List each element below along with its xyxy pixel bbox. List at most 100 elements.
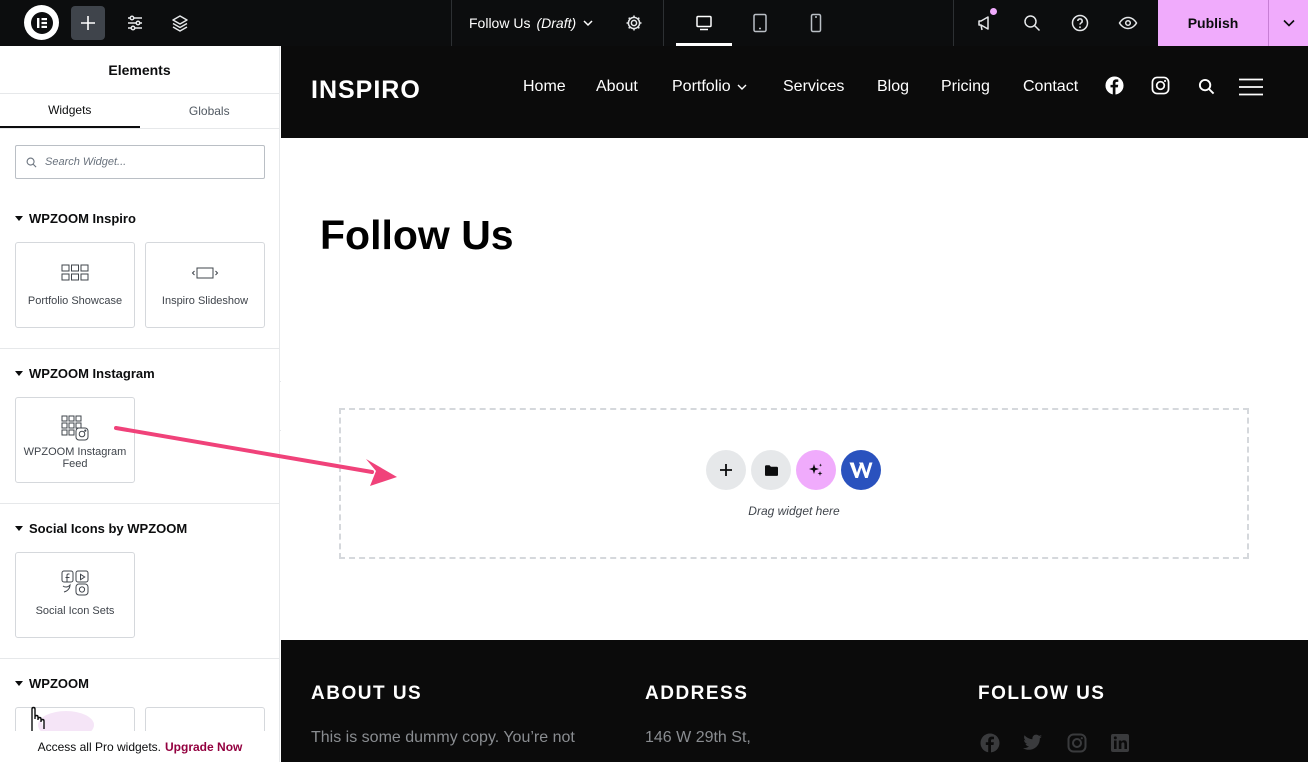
site-footer: ABOUT US This is some dummy copy. You’re… [281, 640, 1308, 762]
nav-portfolio[interactable]: Portfolio [672, 78, 748, 96]
search-icon [1024, 15, 1041, 32]
notification-dot [990, 8, 997, 15]
category-title: Social Icons by WPZOOM [29, 521, 188, 536]
facebook-icon[interactable] [1105, 76, 1124, 95]
caret-down-icon [15, 681, 23, 686]
caret-down-icon [15, 216, 23, 221]
publish-options-button[interactable] [1268, 0, 1308, 46]
help-button[interactable] [1063, 0, 1097, 46]
publish-button[interactable]: Publish [1158, 0, 1268, 46]
plus-icon [81, 16, 95, 30]
divider [663, 0, 664, 46]
category-title: WPZOOM Instagram [29, 366, 155, 381]
desktop-view-button[interactable] [676, 0, 732, 46]
structure-button[interactable] [163, 0, 197, 46]
page-settings-button[interactable] [617, 0, 651, 46]
chevron-down-icon [737, 84, 747, 90]
sparkles-icon [809, 463, 823, 476]
instagram-grid-icon [61, 415, 89, 441]
document-status: (Draft) [536, 15, 577, 31]
nav-contact[interactable]: Contact [1023, 78, 1078, 96]
grid-icon [61, 264, 89, 281]
nav-home[interactable]: Home [523, 78, 566, 96]
dropzone-label: Drag widget here [748, 504, 840, 518]
add-element-button[interactable] [71, 6, 105, 40]
category-social-icons[interactable]: Social Icons by WPZOOM [15, 521, 187, 536]
mobile-view-button[interactable] [798, 0, 834, 46]
widget-dropzone[interactable] [339, 408, 1249, 559]
panel-title: Elements [0, 46, 279, 94]
widget-label: WPZOOM Instagram Feed [23, 446, 127, 470]
gear-icon [626, 15, 642, 31]
tablet-icon [753, 13, 767, 33]
preview-canvas: INSPIRO Home About Portfolio Services Bl… [281, 46, 1308, 762]
add-section-button[interactable] [706, 450, 746, 490]
hamburger-menu-icon[interactable] [1239, 78, 1263, 96]
widget-portfolio-showcase[interactable]: Portfolio Showcase [15, 242, 135, 328]
divider [451, 0, 452, 46]
tab-globals[interactable]: Globals [140, 94, 280, 128]
social-icons-icon [61, 570, 89, 596]
tab-widgets[interactable]: Widgets [0, 94, 140, 128]
slideshow-icon [191, 267, 219, 279]
site-logo[interactable]: INSPIRO [311, 76, 421, 105]
nav-label: Portfolio [672, 78, 731, 95]
footer-address-heading: ADDRESS [645, 683, 749, 704]
mobile-icon [810, 13, 822, 33]
megaphone-icon [978, 16, 989, 31]
divider [0, 658, 279, 659]
finder-button[interactable] [1015, 0, 1049, 46]
footer-follow-heading: FOLLOW US [978, 683, 1106, 704]
upgrade-banner: Access all Pro widgets. Upgrade Now [0, 731, 279, 762]
elementor-logo-icon[interactable] [24, 5, 59, 40]
editor-top-bar: Follow Us (Draft) Publish [0, 0, 1308, 46]
tablet-view-button[interactable] [742, 0, 778, 46]
widget-search-input[interactable] [45, 156, 245, 168]
divider [0, 348, 279, 349]
panel-tabs: Widgets Globals [0, 94, 279, 129]
nav-pricing[interactable]: Pricing [941, 78, 990, 96]
category-wpzoom[interactable]: WPZOOM [15, 676, 89, 691]
caret-down-icon [15, 371, 23, 376]
upgrade-now-link[interactable]: Upgrade Now [165, 740, 242, 754]
widget-search[interactable] [15, 145, 265, 179]
category-wpzoom-instagram[interactable]: WPZOOM Instagram [15, 366, 155, 381]
document-title: Follow Us [469, 15, 531, 31]
divider [0, 503, 279, 504]
facebook-icon[interactable] [980, 733, 1000, 753]
whats-new-button[interactable] [968, 0, 1002, 46]
layers-icon [172, 15, 188, 32]
category-title: WPZOOM [29, 676, 89, 691]
twitter-icon[interactable] [1023, 734, 1043, 752]
search-icon [26, 157, 37, 167]
site-settings-button[interactable] [118, 0, 152, 46]
widget-label: Portfolio Showcase [27, 295, 123, 307]
category-title: WPZOOM Inspiro [29, 211, 136, 226]
elements-panel: Elements Widgets Globals WPZOOM Inspiro … [0, 46, 280, 762]
folder-icon [764, 464, 778, 476]
category-wpzoom-inspiro[interactable]: WPZOOM Inspiro [15, 211, 136, 226]
nav-services[interactable]: Services [783, 78, 844, 96]
add-template-button[interactable] [751, 450, 791, 490]
widget-label: Social Icon Sets [35, 605, 115, 617]
search-icon[interactable] [1198, 78, 1215, 95]
linkedin-icon[interactable] [1110, 733, 1130, 753]
sliders-icon [128, 15, 142, 31]
eye-icon [1118, 16, 1138, 30]
instagram-icon[interactable] [1151, 76, 1170, 95]
page-title: Follow Us [320, 212, 514, 258]
instagram-icon[interactable] [1067, 733, 1087, 753]
caret-down-icon [15, 526, 23, 531]
ai-button[interactable] [796, 450, 836, 490]
widget-label: Inspiro Slideshow [161, 295, 249, 307]
preview-button[interactable] [1111, 0, 1145, 46]
widget-wpzoom-instagram-feed[interactable]: WPZOOM Instagram Feed [15, 397, 135, 483]
nav-about[interactable]: About [596, 78, 638, 96]
site-header: INSPIRO Home About Portfolio Services Bl… [281, 46, 1308, 138]
document-title-dropdown[interactable]: Follow Us (Draft) [469, 0, 594, 46]
widget-inspiro-slideshow[interactable]: Inspiro Slideshow [145, 242, 265, 328]
wpzoom-library-button[interactable] [841, 450, 881, 490]
plus-icon [720, 464, 732, 476]
widget-social-icon-sets[interactable]: Social Icon Sets [15, 552, 135, 638]
nav-blog[interactable]: Blog [877, 78, 909, 96]
